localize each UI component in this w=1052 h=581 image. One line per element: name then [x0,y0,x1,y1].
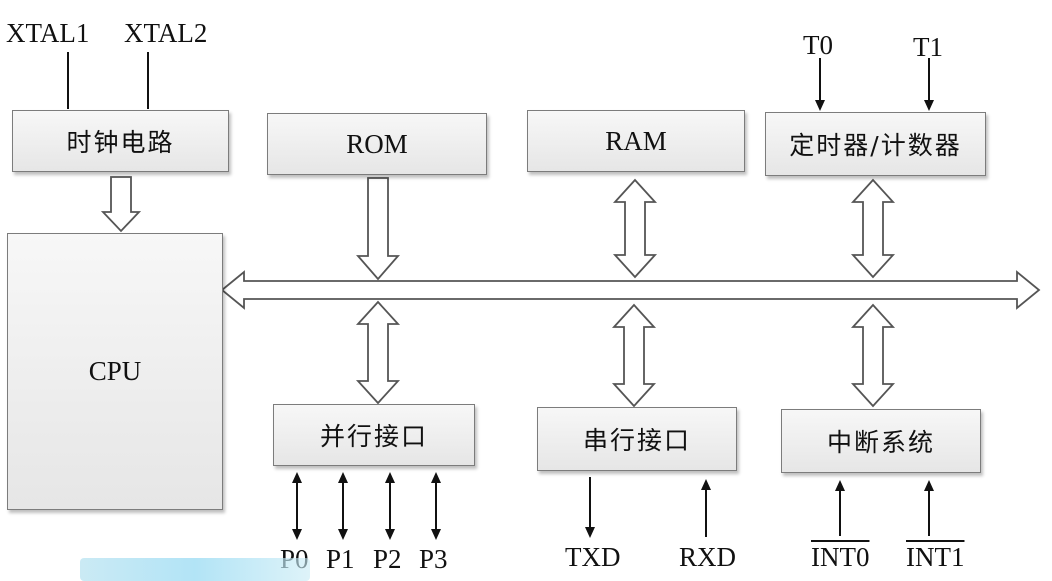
highlight-smudge [80,558,310,581]
t1-arrowhead [924,100,934,111]
xtal2-label: XTAL2 [124,18,208,48]
cpu-block: CPU [7,233,223,510]
int0-label: INT0 [811,542,870,572]
interrupt-system-block: 中断系统 [781,409,981,473]
parallel-bus-arrow [355,300,401,405]
interrupt-bus-arrow [850,303,896,408]
clock-to-cpu-arrow [100,176,142,233]
int1-label: INT1 [906,542,965,572]
ram-block: RAM [527,110,745,172]
rom-to-bus-arrow [356,177,400,281]
system-bus-arrow [220,270,1041,310]
int0-arrowhead [835,480,845,491]
parallel-interface-block: 并行接口 [273,404,475,466]
p3-label: P3 [419,544,448,574]
rxd-label: RXD [679,542,737,572]
txd-arrowhead [585,527,595,538]
rom-block: ROM [267,113,487,175]
int1-arrowhead [924,480,934,491]
rxd-arrowhead [701,479,711,490]
serial-interface-block: 串行接口 [537,407,737,471]
clock-circuit-block: 时钟电路 [12,110,229,172]
serial-bus-arrow [611,303,657,408]
timer-counter-block: 定时器/计数器 [765,112,986,176]
timer-bus-arrow [850,178,896,279]
txd-label: TXD [565,542,621,572]
p2-label: P2 [373,544,402,574]
xtal1-label: XTAL1 [6,18,90,48]
block-diagram: 时钟电路 CPU ROM RAM 定时器/计数器 并行接口 串行接口 中断系统 … [0,0,1052,581]
p1-label: P1 [326,544,355,574]
t0-arrowhead [815,100,825,111]
ram-bus-arrow [612,178,658,279]
t1-label: T1 [913,32,943,62]
t0-label: T0 [803,30,833,60]
